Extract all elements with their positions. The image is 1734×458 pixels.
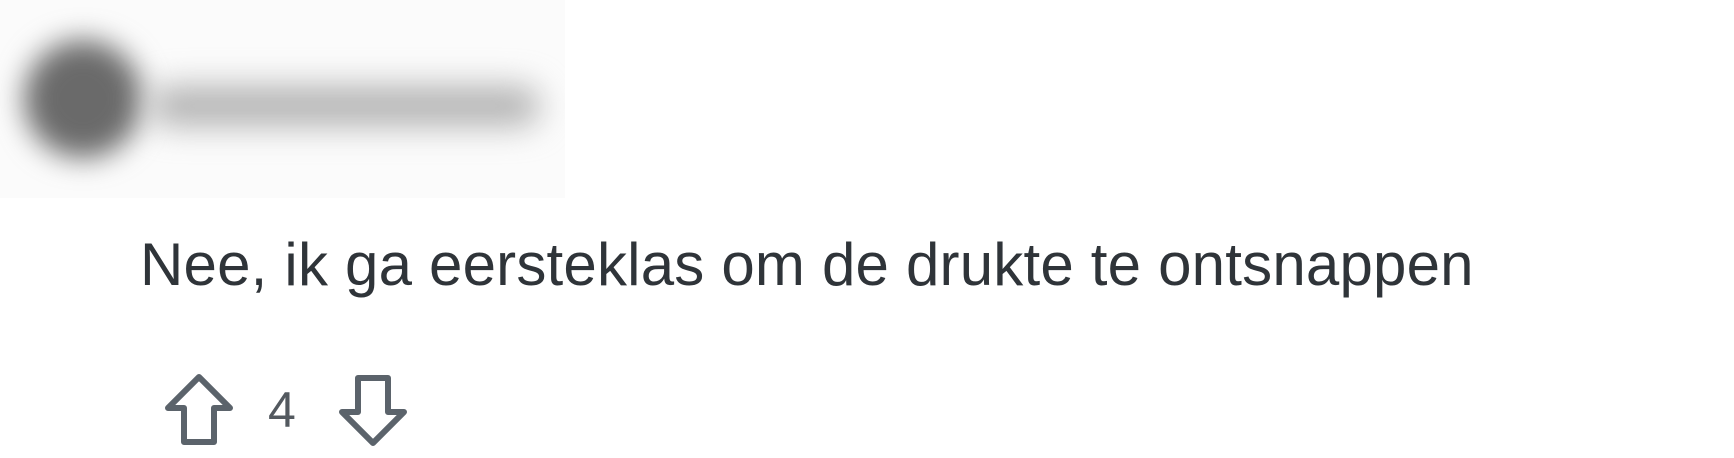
upvote-button[interactable] (160, 370, 238, 450)
arrow-down-outline-icon (338, 375, 407, 446)
vote-count: 4 (268, 382, 296, 438)
username-redacted[interactable] (150, 86, 540, 126)
arrow-up-outline-icon (165, 374, 233, 445)
comment-action-bar: 4 (160, 370, 412, 450)
avatar[interactable] (24, 40, 142, 158)
comment-author-header-redacted (0, 0, 565, 198)
downvote-button[interactable] (334, 370, 412, 450)
comment-body: Nee, ik ga eersteklas om de drukte te on… (140, 231, 1474, 298)
